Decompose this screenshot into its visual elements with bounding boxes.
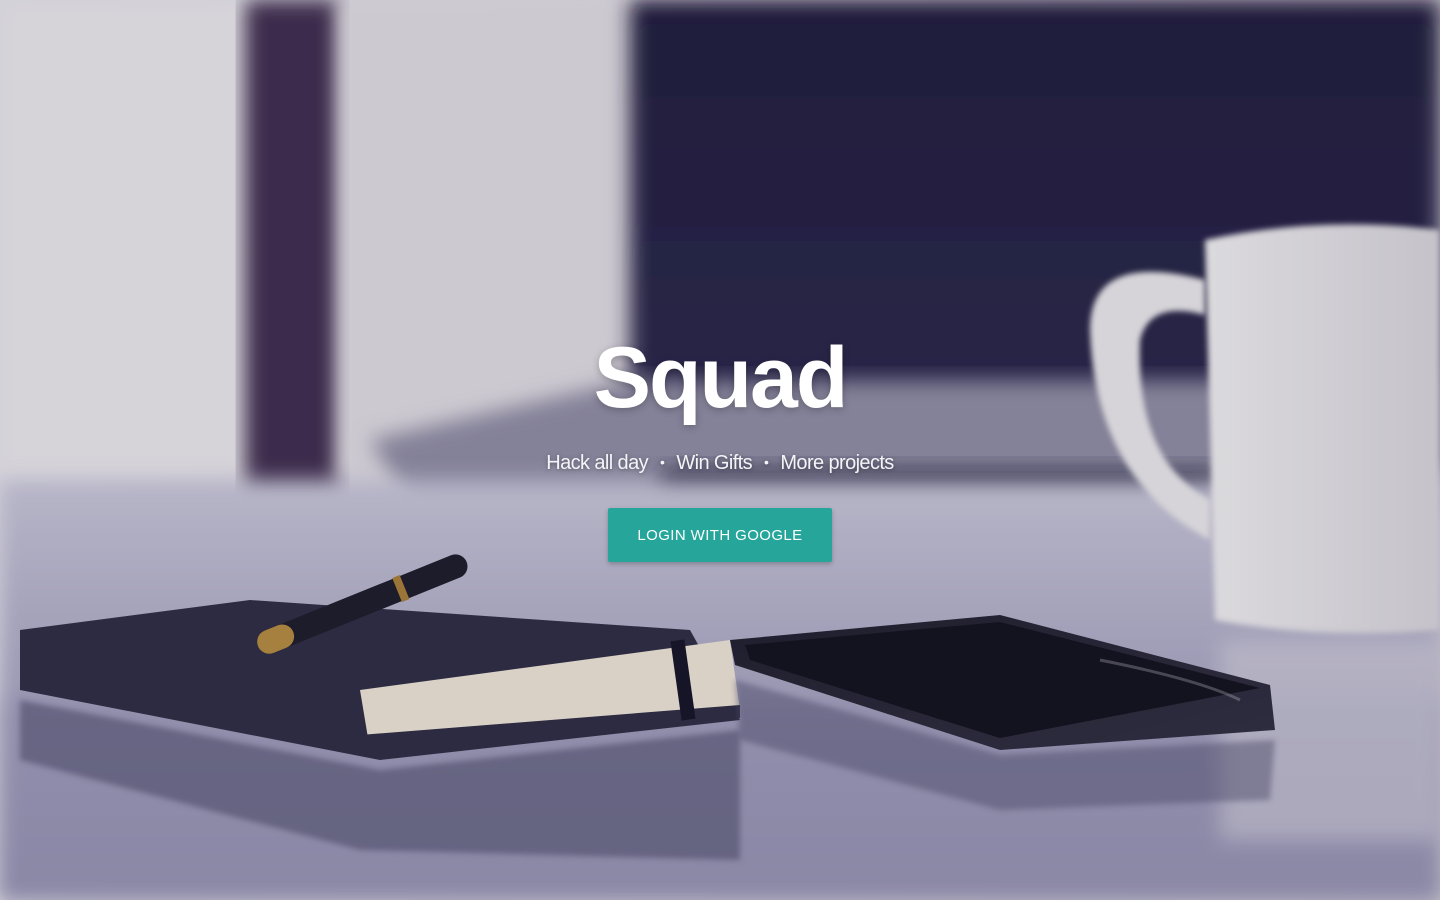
login-with-google-button[interactable]: LOGIN WITH GOOGLE bbox=[608, 508, 832, 562]
tagline: Hack all day • Win Gifts • More projects bbox=[546, 448, 894, 478]
tagline-item-gifts: Win Gifts bbox=[676, 451, 753, 474]
app-title: Squad bbox=[593, 330, 849, 426]
bullet-separator: • bbox=[764, 454, 769, 470]
hero-section: Squad Hack all day • Win Gifts • More pr… bbox=[0, 0, 1440, 900]
bullet-separator: • bbox=[660, 454, 665, 470]
tagline-item-hack: Hack all day bbox=[546, 451, 649, 474]
tagline-item-projects: More projects bbox=[780, 451, 894, 474]
